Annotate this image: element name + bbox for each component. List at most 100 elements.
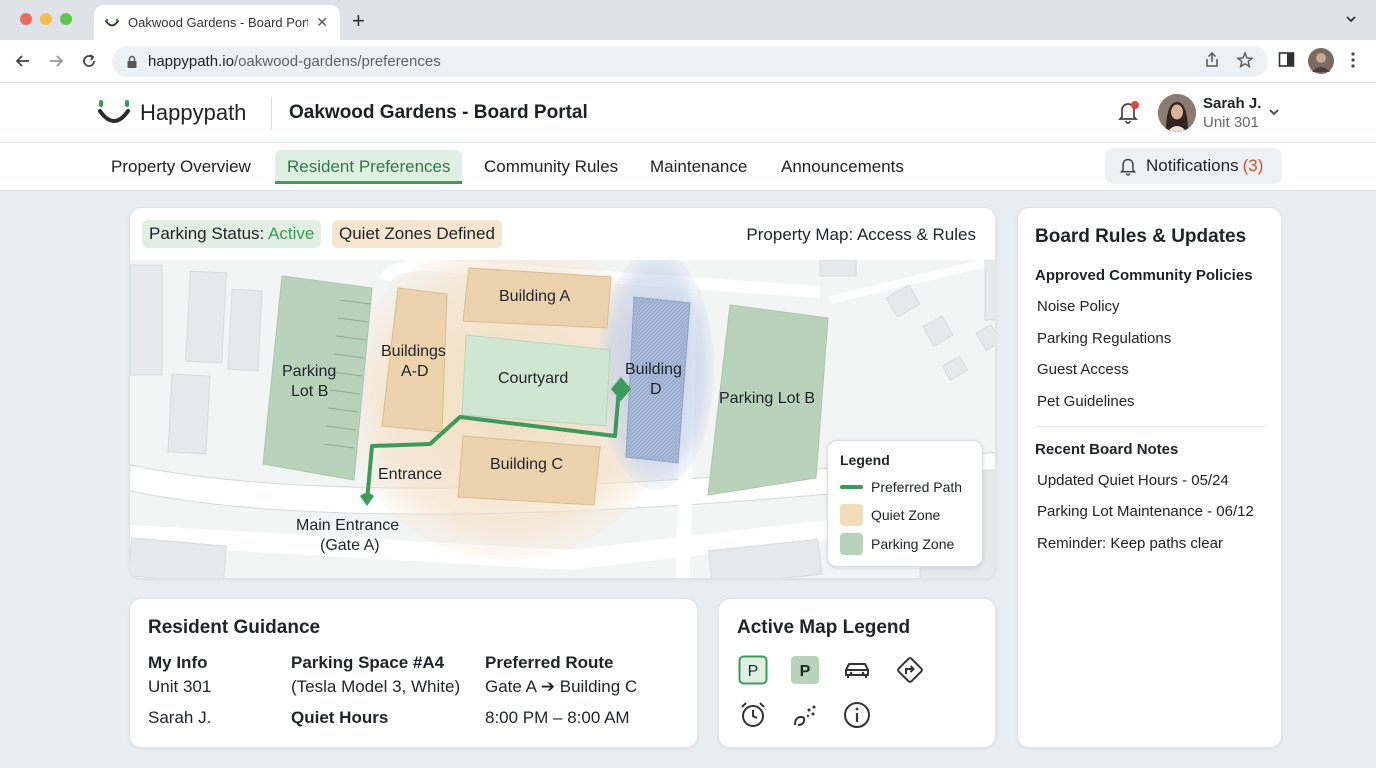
map-title: Property Map: Access & Rules bbox=[746, 225, 976, 244]
new-tab-button[interactable]: + bbox=[352, 8, 365, 34]
window-maximize-button[interactable] bbox=[60, 13, 72, 25]
browser-menu-icon[interactable] bbox=[1350, 51, 1356, 69]
preferred-route-value: Gate A ➔ Building C bbox=[485, 677, 638, 696]
bell-icon bbox=[1119, 158, 1137, 176]
unit-value: Unit 301 bbox=[148, 677, 212, 696]
board-rules-card: Board Rules & Updates Approved Community… bbox=[1017, 207, 1282, 748]
map-label-buildings-ad-line1: Buildings bbox=[381, 343, 446, 360]
forward-arrow-icon bbox=[50, 55, 64, 67]
avatar[interactable] bbox=[1158, 94, 1196, 132]
policy-link-noise[interactable]: Noise Policy bbox=[1037, 298, 1120, 315]
reload-icon bbox=[83, 54, 95, 67]
board-rules-title: Board Rules & Updates bbox=[1035, 226, 1247, 247]
browser-tab-bar: Oakwood Gardens - Board Portal ✕ + bbox=[0, 0, 1376, 40]
profile-photo-icon bbox=[1312, 53, 1330, 72]
map-label-courtyard: Courtyard bbox=[498, 370, 569, 387]
window-minimize-button[interactable] bbox=[40, 13, 52, 25]
policy-link-pets[interactable]: Pet Guidelines bbox=[1037, 393, 1135, 410]
tab-resident-preferences[interactable]: Resident Preferences bbox=[275, 150, 463, 184]
tab-announcements[interactable]: Announcements bbox=[769, 150, 916, 184]
legend-item-preferred-path: Preferred Path bbox=[840, 479, 962, 495]
lock-icon bbox=[127, 55, 137, 68]
legend-title: Legend bbox=[840, 452, 890, 468]
notes-heading: Recent Board Notes bbox=[1035, 441, 1179, 458]
map-label-main-entrance-line2: (Gate A) bbox=[320, 537, 380, 554]
legend-label-preferred-path: Preferred Path bbox=[871, 479, 963, 495]
map-label-parking-left-line1: Parking bbox=[282, 363, 337, 380]
note-link-parking-maintenance[interactable]: Parking Lot Maintenance - 06/12 bbox=[1037, 503, 1254, 520]
tab-close-icon[interactable]: ✕ bbox=[316, 14, 328, 31]
happypath-logo-icon bbox=[98, 100, 130, 123]
happypath-favicon-icon bbox=[105, 18, 119, 26]
map-label-parking-right: Parking Lot B bbox=[719, 390, 816, 407]
note-link-quiet-hours[interactable]: Updated Quiet Hours - 05/24 bbox=[1037, 472, 1229, 489]
share-icon[interactable] bbox=[1204, 51, 1220, 69]
map-label-main-entrance-line1: Main Entrance bbox=[296, 517, 400, 534]
side-panel-icon[interactable] bbox=[1278, 51, 1295, 68]
url-path: /oakwood-gardens/preferences bbox=[233, 53, 441, 70]
car-icon[interactable] bbox=[841, 654, 873, 686]
notification-dot bbox=[1131, 101, 1139, 109]
parking-status-label: Parking Status: bbox=[149, 224, 265, 243]
active-map-legend-card: Active Map Legend P P bbox=[718, 598, 996, 748]
my-info-label: My Info bbox=[148, 653, 208, 672]
quiet-zones-badge: Quiet Zones Defined bbox=[332, 220, 502, 248]
map-label-building-d-line2: D bbox=[650, 381, 662, 398]
back-button[interactable] bbox=[12, 50, 34, 72]
preferred-path-swatch bbox=[840, 485, 863, 489]
profile-avatar[interactable] bbox=[1308, 48, 1334, 74]
map-label-building-a: Building A bbox=[499, 288, 571, 305]
map-label-building-d-line1: Building bbox=[625, 361, 682, 378]
tab-maintenance[interactable]: Maintenance bbox=[638, 150, 759, 184]
resident-name-value: Sarah J. bbox=[148, 708, 212, 727]
user-menu-chevron-icon[interactable] bbox=[1267, 105, 1281, 119]
notifications-label: Notifications bbox=[1146, 156, 1239, 175]
quiet-zone-swatch bbox=[840, 504, 863, 526]
quiet-hours-value: 8:00 PM – 8:00 AM bbox=[485, 708, 630, 727]
notifications-button[interactable]: Notifications (3) bbox=[1105, 148, 1282, 184]
url-host: happypath.io bbox=[148, 53, 234, 70]
parking-status-badge: Parking Status: Active bbox=[142, 220, 322, 248]
policy-link-guest-access[interactable]: Guest Access bbox=[1037, 361, 1129, 378]
page-title: Oakwood Gardens - Board Portal bbox=[289, 102, 588, 123]
browser-tab[interactable]: Oakwood Gardens - Board Portal ✕ bbox=[94, 5, 340, 40]
address-bar-row: happypath.io/oakwood-gardens/preferences bbox=[0, 40, 1376, 83]
parking-outline-icon[interactable]: P bbox=[737, 654, 769, 686]
map-legend: Legend Preferred Path Quiet Zone Parking… bbox=[827, 440, 983, 567]
active-map-legend-title: Active Map Legend bbox=[737, 617, 911, 638]
legend-label-quiet-zone: Quiet Zone bbox=[871, 507, 941, 523]
quiet-hours-label: Quiet Hours bbox=[291, 708, 389, 727]
alarm-clock-icon[interactable] bbox=[737, 699, 769, 731]
sidebar-divider bbox=[1035, 426, 1265, 427]
svg-text:P: P bbox=[748, 663, 759, 680]
brand-name: Happypath bbox=[140, 100, 247, 125]
tab-property-overview[interactable]: Property Overview bbox=[99, 150, 263, 184]
policies-heading: Approved Community Policies bbox=[1035, 267, 1253, 284]
resident-guidance-card: Resident Guidance My Info Unit 301 Sarah… bbox=[129, 598, 698, 748]
legend-item-parking-zone: Parking Zone bbox=[840, 533, 954, 555]
forward-button[interactable] bbox=[45, 50, 67, 72]
legend-item-quiet-zone: Quiet Zone bbox=[840, 504, 940, 526]
vehicle-value: (Tesla Model 3, White) bbox=[291, 677, 461, 696]
tab-title: Oakwood Gardens - Board Portal bbox=[128, 15, 308, 30]
parking-status-value: Active bbox=[268, 224, 315, 243]
header-divider bbox=[271, 97, 272, 129]
noise-icon[interactable] bbox=[789, 699, 821, 731]
reload-button[interactable] bbox=[78, 50, 100, 72]
note-link-paths-reminder[interactable]: Reminder: Keep paths clear bbox=[1037, 535, 1223, 552]
url-field[interactable]: happypath.io/oakwood-gardens/preferences bbox=[112, 46, 1268, 77]
parking-filled-icon[interactable]: P bbox=[789, 654, 821, 686]
brand-logo[interactable]: Happypath bbox=[96, 97, 246, 129]
map-label-entrance: Entrance bbox=[378, 466, 443, 483]
route-turn-icon[interactable] bbox=[894, 654, 926, 686]
user-photo-icon bbox=[1158, 94, 1196, 132]
tab-list-chevron-icon[interactable] bbox=[1344, 12, 1358, 26]
bookmark-star-icon[interactable] bbox=[1236, 51, 1254, 69]
policy-link-parking[interactable]: Parking Regulations bbox=[1037, 330, 1171, 347]
parking-zone-swatch bbox=[840, 533, 863, 555]
svg-text:P: P bbox=[800, 663, 811, 680]
info-icon[interactable] bbox=[841, 699, 873, 731]
tab-community-rules[interactable]: Community Rules bbox=[472, 150, 630, 184]
map-label-building-c: Building C bbox=[490, 456, 563, 473]
window-close-button[interactable] bbox=[20, 13, 32, 25]
